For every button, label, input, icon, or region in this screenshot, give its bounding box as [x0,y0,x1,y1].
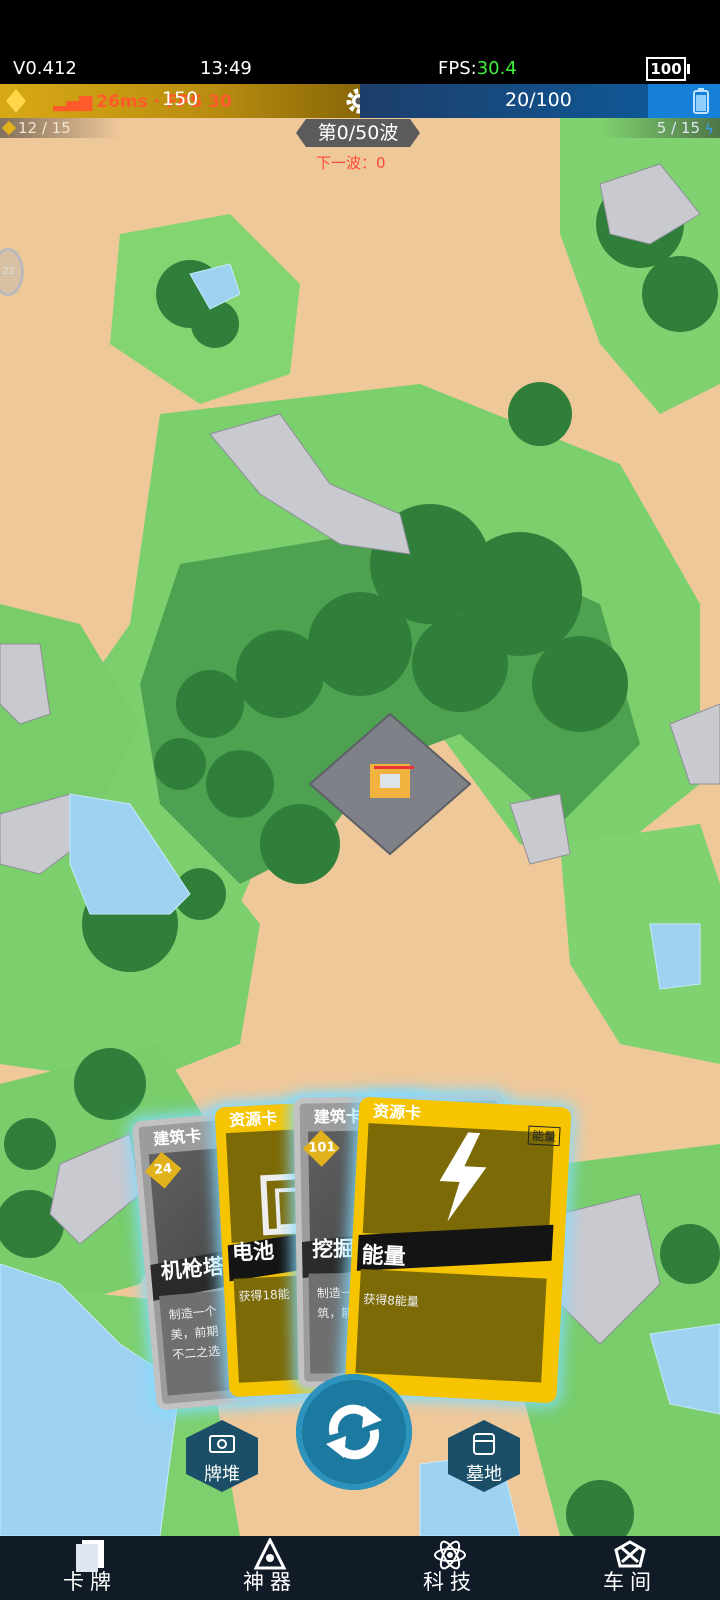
fps-readout: FPS:30.4 [438,58,517,79]
card-count-left: 12 / 15 [0,118,120,138]
fps-label: FPS: [438,58,477,79]
card-energy[interactable]: 资源卡 能量 能量 获得8能量 [344,1096,572,1404]
bolt-icon: ϟ [704,122,714,138]
wave-banner: 第0/50波 [296,119,420,147]
card-count-left-value: 12 / 15 [18,119,71,137]
card-count-right-value: 5 / 15 [656,119,700,137]
card-title: 能量 [360,1242,407,1271]
refresh-button[interactable] [296,1374,412,1490]
lightning-bolt-icon [439,1132,487,1222]
fps-value: 30.4 [476,58,517,79]
graveyard-icon [473,1433,495,1455]
card-type: 建筑卡 [152,1125,203,1149]
nav-label: 卡牌 [63,1570,117,1594]
status-bar: V0.412 13:49 FPS:30.4 100 [0,0,720,84]
refresh-icon [326,1404,382,1460]
coin-icon [1,120,17,136]
energy-bar [360,84,648,118]
nav-label: 车间 [603,1570,657,1594]
next-wave-timer: 下一波：0 [316,154,386,172]
nav-label: 科技 [423,1570,477,1594]
card-title: 机枪塔 [159,1254,225,1284]
gold-value: 150 [162,88,199,110]
card-cost: 24 [153,1161,173,1178]
energy-cap [648,84,720,118]
gold-bar: ▂▄▆ 26ms · FPS 30 150 [0,84,360,118]
card-title: 电池 [231,1238,275,1265]
card-type: 资源卡 [228,1108,278,1130]
card-type: 资源卡 [372,1101,422,1123]
deck-icon [209,1435,235,1453]
nav-cards[interactable]: 卡牌 [0,1536,180,1600]
clock: 13:49 [200,58,252,79]
ping-readout: ▂▄▆ 26ms · FPS 30 [53,92,232,112]
version-label: V0.412 [13,58,77,79]
bottom-nav: 卡牌 神器 科技 车间 [0,1536,720,1600]
energy-value: 20/100 [505,89,572,111]
nav-tech[interactable]: 科技 [360,1536,540,1600]
nav-label: 神器 [243,1570,297,1594]
card-tag: 能量 [527,1125,561,1147]
gold-gem-icon [6,89,26,113]
card-cost: 101 [308,1140,336,1156]
card-body [355,1268,547,1383]
card-count-right: 5 / 15 ϟ [600,118,720,138]
battery-icon [693,88,709,114]
card-type: 建筑卡 [313,1106,362,1127]
battery-indicator: 100 [646,57,690,81]
nav-workshop[interactable]: 车间 [540,1536,720,1600]
nav-artifact[interactable]: 神器 [180,1536,360,1600]
